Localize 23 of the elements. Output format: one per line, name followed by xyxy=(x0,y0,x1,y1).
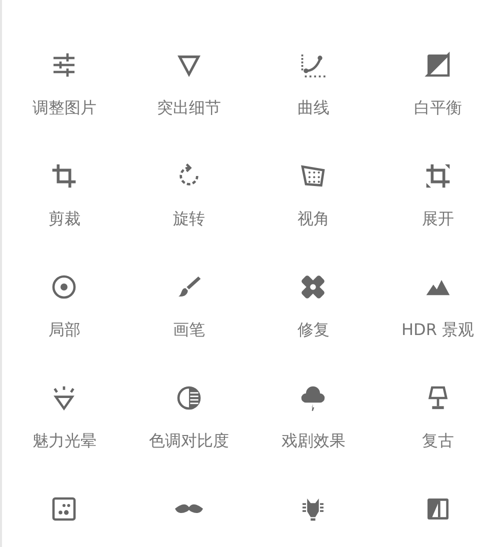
tool-label[interactable]: 突出细节 xyxy=(156,98,221,118)
target-icon xyxy=(50,273,78,301)
tool-label[interactable]: 剪裁 xyxy=(48,209,80,229)
tool-label[interactable]: 调整图片 xyxy=(32,98,96,118)
tool-label[interactable]: 戏剧效果 xyxy=(281,431,346,451)
contrast-icon xyxy=(174,384,203,412)
dots-square-icon xyxy=(50,495,78,523)
tool-label[interactable]: 旋转 xyxy=(172,209,205,229)
tool-label[interactable]: 局部 xyxy=(48,320,80,340)
storm-cloud-icon xyxy=(299,384,328,412)
expand-icon xyxy=(424,162,452,190)
tool-label[interactable]: 画笔 xyxy=(172,320,205,340)
tool-label[interactable]: 色调对比度 xyxy=(148,431,229,451)
tool-label[interactable]: 曲线 xyxy=(297,98,330,118)
tool-label[interactable]: 视角 xyxy=(297,209,330,229)
tool-label[interactable]: HDR 景观 xyxy=(401,320,474,340)
tool-label[interactable]: 修复 xyxy=(297,320,330,340)
mustache-icon xyxy=(174,503,203,515)
tool-label[interactable]: 复古 xyxy=(422,431,454,451)
tool-label[interactable]: 魅力光晕 xyxy=(32,431,96,451)
tool-label[interactable]: 展开 xyxy=(422,209,454,229)
tool-label[interactable]: 白平衡 xyxy=(414,98,462,118)
crop-icon xyxy=(50,162,78,190)
